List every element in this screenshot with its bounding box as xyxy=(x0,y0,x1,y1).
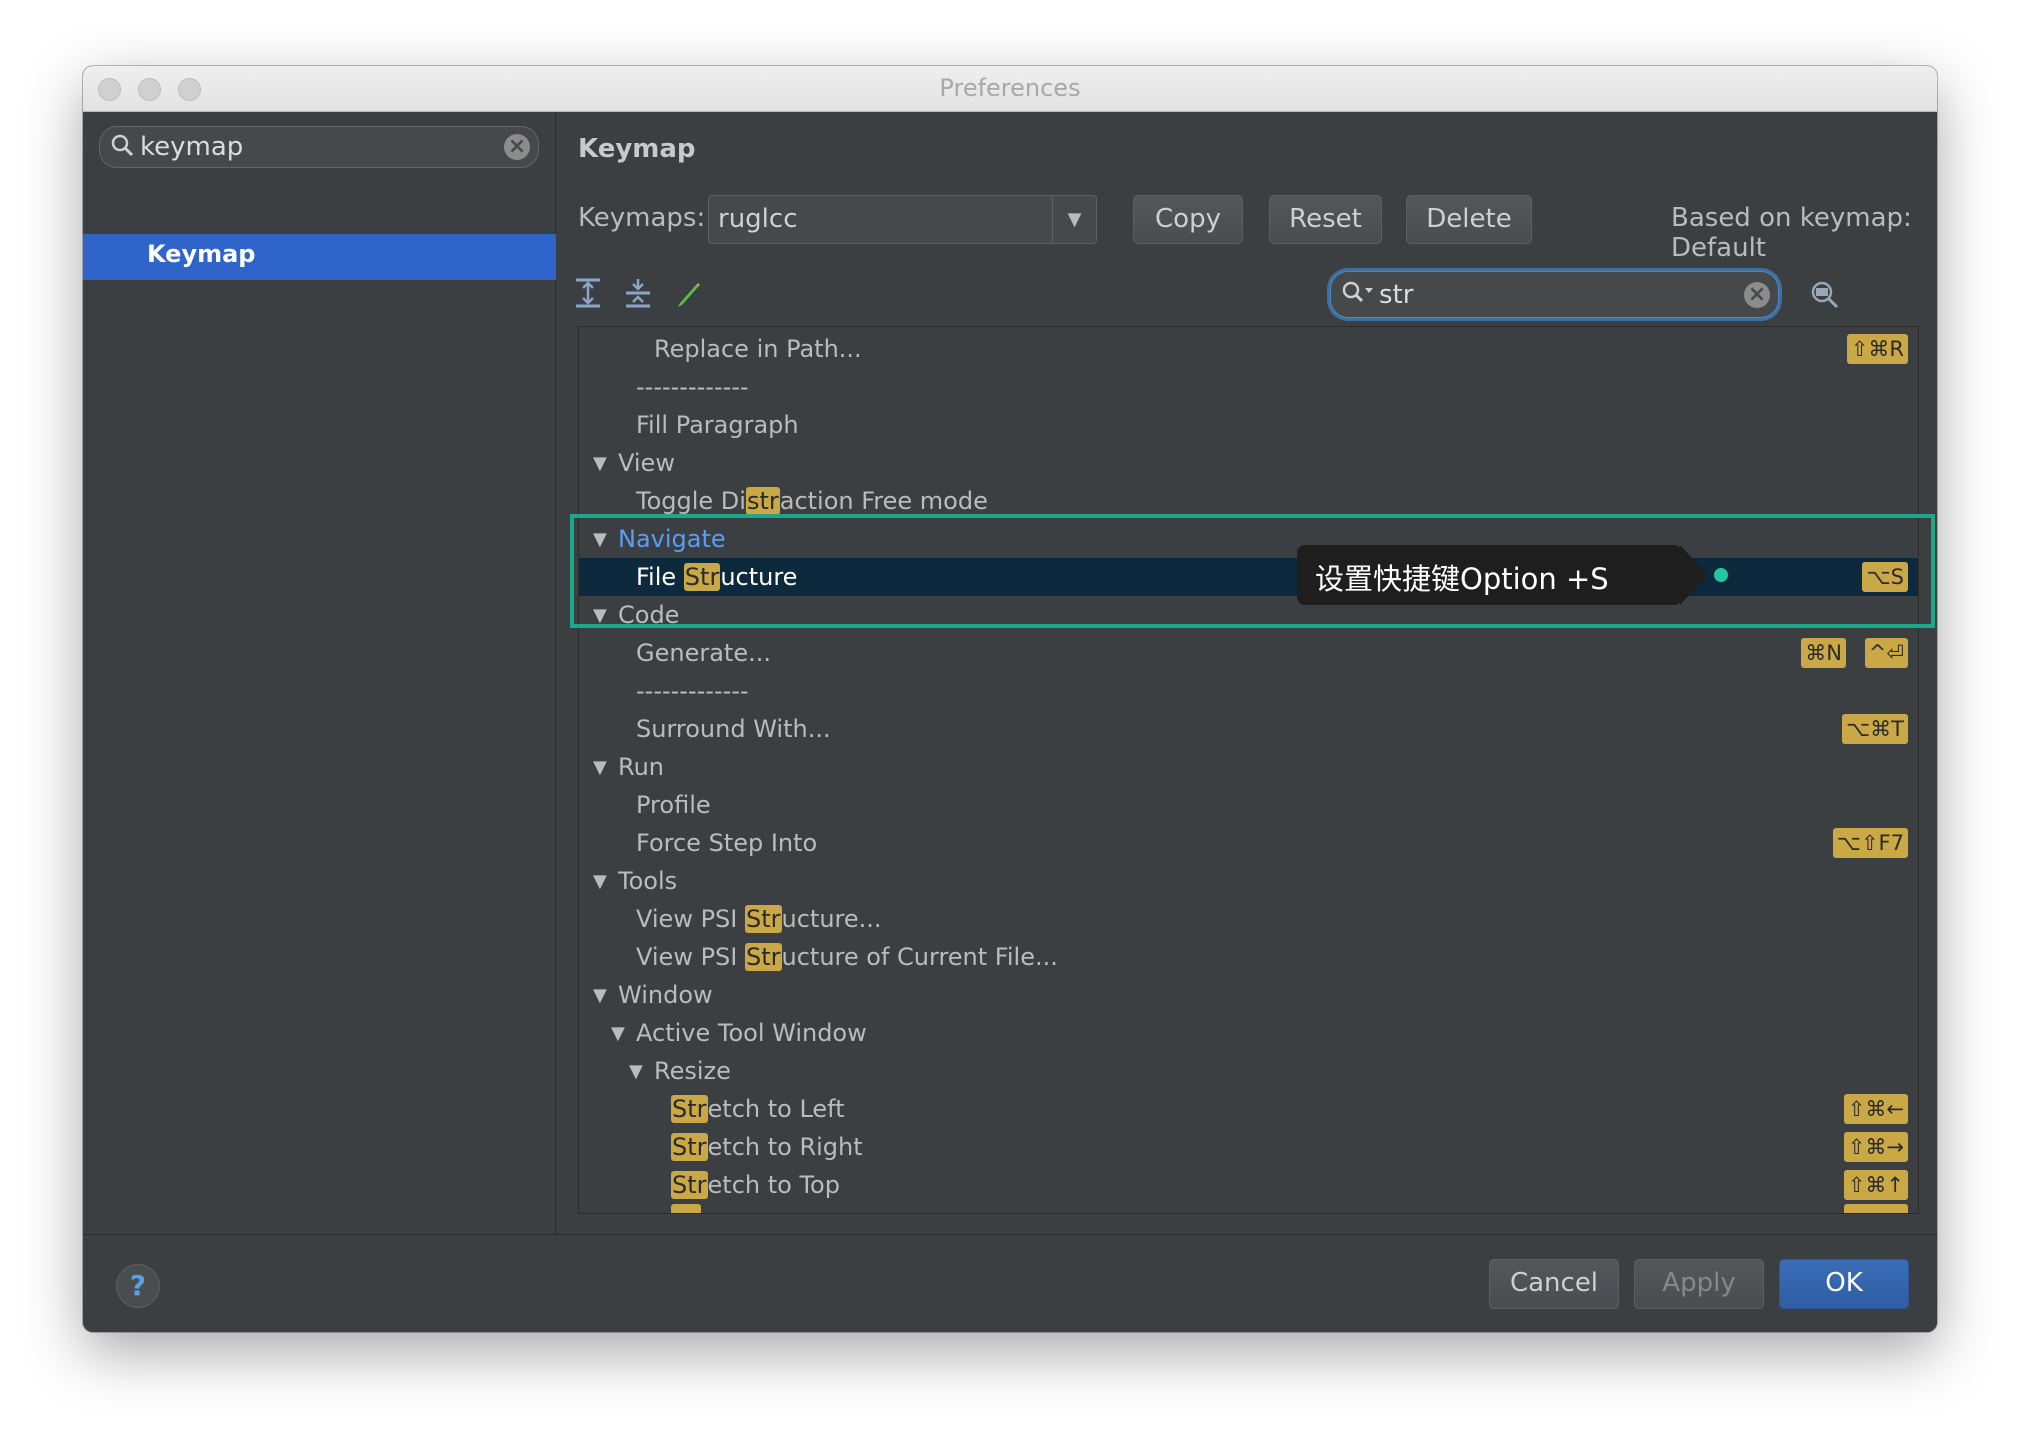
match-highlight: Str xyxy=(745,943,782,971)
search-options-icon[interactable] xyxy=(1341,280,1375,310)
clear-filter-icon[interactable]: × xyxy=(1744,281,1770,308)
based-on-keymap-label: Based on keymap: Default xyxy=(1671,203,1912,263)
shortcut-badge xyxy=(1844,1204,1908,1213)
tree-group-resize[interactable]: ▼ Resize xyxy=(579,1052,1918,1090)
settings-search-input[interactable]: keymap xyxy=(140,132,243,162)
cancel-button[interactable]: Cancel xyxy=(1489,1259,1619,1309)
shortcut-badge: ⌘N xyxy=(1801,638,1846,668)
expanded-arrow-icon[interactable]: ▼ xyxy=(611,1023,625,1044)
tree-group-view[interactable]: ▼ View xyxy=(579,444,1918,482)
edit-shortcut-icon[interactable] xyxy=(673,277,703,311)
tree-group-active-tool-window[interactable]: ▼ Active Tool Window xyxy=(579,1014,1918,1052)
shortcut-badge: ⇧⌘→ xyxy=(1843,1132,1908,1162)
dialog-footer: ? Cancel Apply OK xyxy=(83,1234,1937,1332)
find-by-shortcut-icon[interactable] xyxy=(1809,280,1839,314)
shortcut-badge: ⌥⌘T xyxy=(1841,714,1908,744)
tree-row-stretch-to-left[interactable]: Stretch to Left ⇧⌘← xyxy=(579,1090,1918,1128)
shortcut-badge: ⇧⌘← xyxy=(1843,1094,1908,1124)
expanded-arrow-icon[interactable]: ▼ xyxy=(593,453,607,474)
copy-button[interactable]: Copy xyxy=(1133,195,1243,244)
ok-button[interactable]: OK xyxy=(1779,1259,1909,1309)
match-highlight: Str xyxy=(671,1171,708,1199)
tree-group-run[interactable]: ▼ Run xyxy=(579,748,1918,786)
tree-row-profile[interactable]: Profile xyxy=(579,786,1918,824)
tree-group-window[interactable]: ▼ Window xyxy=(579,976,1918,1014)
tree-row-stretch-to-top[interactable]: Stretch to Top ⇧⌘↑ xyxy=(579,1166,1918,1204)
help-button[interactable]: ? xyxy=(116,1264,160,1308)
sidebar-item-label: Keymap xyxy=(147,240,256,268)
tree-row-partial xyxy=(579,1204,1918,1213)
tree-row-view-psi-structure[interactable]: View PSI Structure... xyxy=(579,900,1918,938)
tree-row-surround-with[interactable]: Surround With... ⌥⌘T xyxy=(579,710,1918,748)
expand-all-icon[interactable] xyxy=(573,277,603,311)
tree-row-view-psi-structure-current-file[interactable]: View PSI Structure of Current File... xyxy=(579,938,1918,976)
shortcut-badge xyxy=(671,1204,701,1213)
annotation-dot xyxy=(1714,568,1728,582)
page-title: Keymap xyxy=(578,134,696,164)
match-highlight: Str xyxy=(671,1095,708,1123)
keymaps-label: Keymaps: xyxy=(578,203,706,233)
preferences-window: Preferences keymap × Keymap Keymap Keyma… xyxy=(83,66,1937,1332)
clear-search-icon[interactable]: × xyxy=(504,134,530,160)
shortcut-badge: ⇧⌘R xyxy=(1846,334,1908,364)
keymap-select[interactable]: ruglcc ▼ xyxy=(708,195,1097,244)
action-filter-input[interactable]: str xyxy=(1379,280,1413,310)
tree-row-separator: ------------- xyxy=(636,677,749,705)
expanded-arrow-icon[interactable]: ▼ xyxy=(593,985,607,1006)
keymap-select-value: ruglcc xyxy=(718,204,798,234)
sidebar-item-keymap[interactable]: Keymap xyxy=(83,234,556,280)
annotation-text: 设置快捷键Option +S xyxy=(1315,562,1609,596)
tree-row-fill-paragraph[interactable]: Fill Paragraph xyxy=(579,406,1918,444)
keymap-panel: Keymap Keymaps: ruglcc ▼ Copy Reset Dele… xyxy=(557,112,1937,1234)
tree-row-generate[interactable]: Generate... ⌘N ^⏎ xyxy=(579,634,1918,672)
tree-row-stretch-to-right[interactable]: Stretch to Right ⇧⌘→ xyxy=(579,1128,1918,1166)
match-highlight: str xyxy=(745,487,780,515)
expanded-arrow-icon[interactable]: ▼ xyxy=(593,757,607,778)
tree-row-replace-in-path[interactable]: Replace in Path... ⇧⌘R xyxy=(579,330,1918,368)
expanded-arrow-icon[interactable]: ▼ xyxy=(593,871,607,892)
annotation-highlight-frame xyxy=(570,514,1935,628)
delete-button[interactable]: Delete xyxy=(1406,195,1532,244)
keymap-actions-tree[interactable]: Replace in Path... ⇧⌘R ------------- Fil… xyxy=(578,326,1919,1214)
window-title: Preferences xyxy=(939,74,1081,102)
shortcut-badge: ⌥⇧F7 xyxy=(1832,828,1908,858)
match-highlight: Str xyxy=(671,1133,708,1161)
sidebar: keymap × Keymap xyxy=(83,112,556,1234)
tree-row-separator: ------------- xyxy=(636,373,749,401)
title-bar: Preferences xyxy=(83,66,1937,112)
search-icon xyxy=(110,133,134,161)
action-filter-field[interactable]: str × xyxy=(1330,271,1779,318)
collapse-all-icon[interactable] xyxy=(623,277,653,311)
expanded-arrow-icon[interactable]: ▼ xyxy=(629,1061,643,1082)
tree-row-force-step-into[interactable]: Force Step Into ⌥⇧F7 xyxy=(579,824,1918,862)
shortcut-badge: ⇧⌘↑ xyxy=(1843,1170,1908,1200)
settings-search-field[interactable]: keymap × xyxy=(99,126,539,168)
match-highlight: Str xyxy=(745,905,782,933)
apply-button[interactable]: Apply xyxy=(1634,1259,1764,1309)
chevron-down-icon[interactable]: ▼ xyxy=(1052,196,1096,243)
annotation-callout: 设置快捷键Option +S xyxy=(1297,545,1717,605)
reset-button[interactable]: Reset xyxy=(1269,195,1382,244)
shortcut-badge: ^⏎ xyxy=(1864,638,1908,668)
tree-group-tools[interactable]: ▼ Tools xyxy=(579,862,1918,900)
